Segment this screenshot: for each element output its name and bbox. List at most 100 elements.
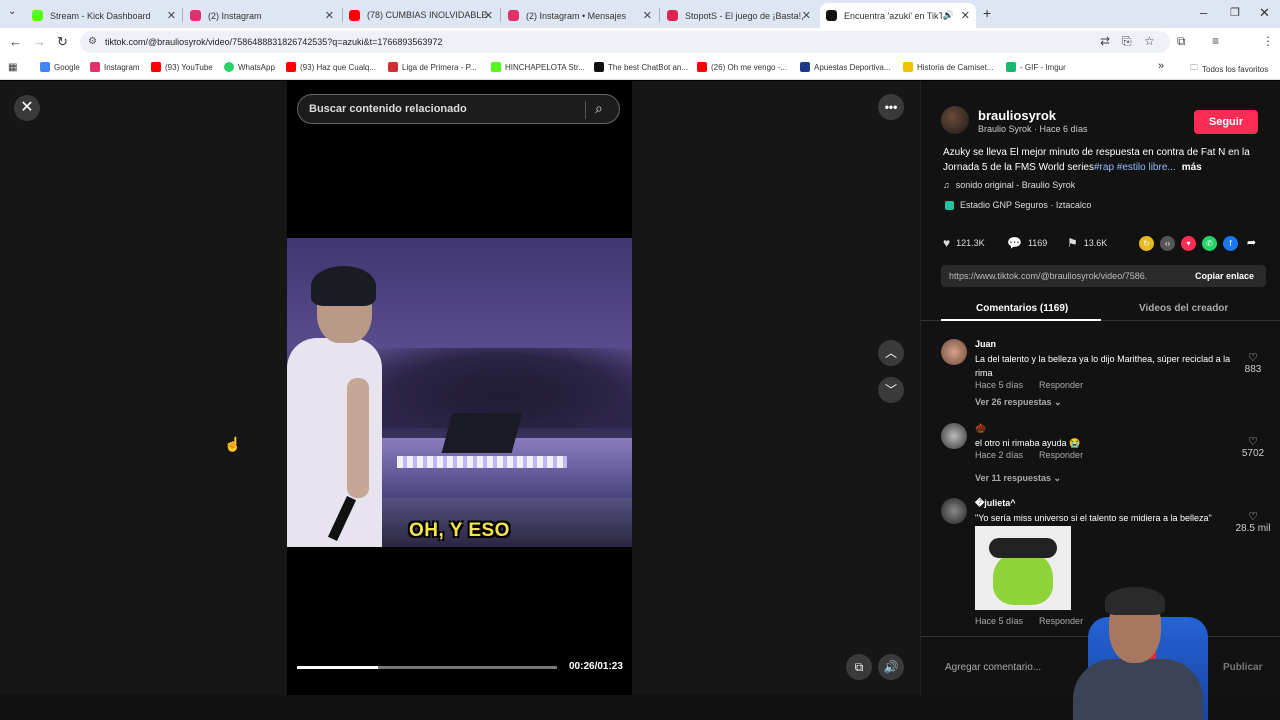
save-stat[interactable]: ⚑ 13.6K [1067, 236, 1107, 250]
commenter-name[interactable]: �julieta^ [975, 498, 1016, 509]
bookmark-imgur[interactable]: - GIF - Imgur [1006, 62, 1066, 72]
more-link[interactable]: más [1182, 162, 1202, 173]
bookmark-youtube[interactable]: (93) YouTube [151, 62, 213, 72]
tab-tiktok-active[interactable]: Encuentra 'azuki' en TikTok 🔊 ✕ [820, 3, 976, 28]
send-icon[interactable]: ▾ [1181, 236, 1196, 251]
close-tab-icon[interactable]: ✕ [167, 9, 176, 22]
share-repost-icon[interactable]: ↻ [1139, 236, 1154, 251]
install-app-icon[interactable]: ⎘ [1122, 34, 1132, 49]
publish-button[interactable]: Publicar [1223, 662, 1262, 673]
commenter-avatar[interactable] [941, 498, 967, 524]
search-icon[interactable]: ⌕ [595, 100, 603, 117]
engagement-stats: ♥ 121.3K 💬 1169 ⚑ 13.6K ↻ ‹› ▾ ✆ f ➦ [943, 236, 1263, 252]
location-row[interactable]: Estadio GNP Seguros · Iztacalco [945, 200, 1091, 210]
bookmark-label: HINCHAPELOTA Str... [505, 62, 585, 72]
view-replies-button[interactable]: Ver 11 respuestas ⌄ [975, 473, 1061, 484]
comment-like[interactable]: ♡ 883 [1235, 351, 1271, 375]
follow-button[interactable]: Seguir [1194, 110, 1258, 134]
bookmark-oh-me-vengo[interactable]: (26) Oh me vengo -... [697, 62, 787, 72]
creator-username[interactable]: brauliosyrok [978, 108, 1056, 123]
bookmark-hinchapelota[interactable]: HINCHAPELOTA Str... [491, 62, 585, 72]
youtube-icon [697, 62, 707, 72]
close-video-button[interactable]: ✕ [14, 95, 40, 121]
media-controls-icon[interactable]: ≡ [1212, 34, 1219, 48]
whatsapp-share-icon[interactable]: ✆ [1202, 236, 1217, 251]
new-tab-icon[interactable]: + [983, 5, 991, 21]
share-link-url[interactable]: https://www.tiktok.com/@brauliosyrok/vid… [949, 271, 1147, 281]
bookmark-label: Apuestas Deportiva... [814, 62, 891, 72]
more-options-button[interactable]: ••• [878, 94, 904, 120]
close-tab-icon[interactable]: ✕ [325, 9, 334, 22]
bookmark-camisetas[interactable]: Historia de Camiset... [903, 62, 993, 72]
video-player[interactable]: OH, Y ESO [287, 81, 632, 695]
apps-grid-icon[interactable]: ▦ [8, 62, 17, 73]
reply-button[interactable]: Responder [1039, 380, 1083, 390]
volume-button[interactable]: 🔊 [878, 654, 904, 680]
bookmark-whatsapp[interactable]: WhatsApp [224, 62, 275, 72]
bookmark-apuestas[interactable]: Apuestas Deportiva... [800, 62, 890, 72]
tab-label: (2) Instagram • Mensajes [526, 10, 627, 21]
close-window-icon[interactable]: ✕ [1259, 5, 1270, 21]
tab-youtube-cumbias[interactable]: (78) CUMBIAS INOLVIDABLES 🎵 ✕ [343, 3, 499, 28]
url-omnibox[interactable]: ⚙ tiktok.com/@brauliosyrok/video/7586488… [80, 31, 1170, 53]
next-video-button[interactable]: ﹀ [878, 377, 904, 403]
like-stat[interactable]: ♥ 121.3K [943, 236, 985, 250]
close-tab-icon[interactable]: ✕ [484, 9, 493, 22]
tab-kick-dashboard[interactable]: Stream - Kick Dashboard ✕ [26, 3, 182, 28]
video-progress-bar[interactable] [297, 666, 557, 669]
restore-window-icon[interactable]: ❐ [1230, 6, 1240, 19]
previous-video-button[interactable]: ︿ [878, 340, 904, 366]
view-replies-button[interactable]: Ver 26 respuestas ⌄ [975, 397, 1062, 408]
bookmark-haz-que[interactable]: (93) Haz que Cualq... [286, 62, 376, 72]
creator-avatar[interactable] [941, 106, 969, 134]
tab-list-chevron-icon[interactable]: ⌄ [8, 6, 16, 17]
commenter-name[interactable]: Juan [975, 339, 996, 349]
tab-instagram[interactable]: (2) Instagram ✕ [184, 3, 340, 28]
bookmark-liga-primera[interactable]: Liga de Primera - P... [388, 62, 477, 72]
back-arrow-icon[interactable]: ← [9, 34, 22, 49]
minimize-window-icon[interactable]: – [1200, 5, 1207, 20]
tab-audio-icon[interactable]: 🔊 [943, 10, 954, 21]
mouse-cursor-icon: ☝ [224, 436, 242, 452]
music-row[interactable]: ♫ sonido original - Braulio Syrok [943, 180, 1075, 190]
browser-menu-icon[interactable]: ⋮ [1262, 34, 1274, 48]
tab-instagram-mensajes[interactable]: (2) Instagram • Mensajes ✕ [502, 3, 658, 28]
reply-button[interactable]: Responder [1039, 450, 1083, 460]
whatsapp-icon [224, 62, 234, 72]
bookmark-chatbot[interactable]: The best ChatBot an... [594, 62, 688, 72]
forward-arrow-icon[interactable]: → [33, 34, 46, 49]
bookmark-star-icon[interactable]: ☆ [1144, 34, 1155, 48]
commenter-name[interactable]: 🌰 [975, 423, 986, 434]
translate-icon[interactable]: ⇄ [1100, 34, 1110, 48]
embed-icon[interactable]: ‹› [1160, 236, 1175, 251]
share-arrow-icon[interactable]: ➦ [1244, 236, 1259, 251]
comment-like[interactable]: ♡ 28.5 mil [1235, 510, 1271, 534]
extensions-icon[interactable]: ⧉ [1177, 34, 1186, 49]
facebook-share-icon[interactable]: f [1223, 236, 1238, 251]
close-tab-icon[interactable]: ✕ [961, 9, 970, 22]
commenter-avatar[interactable] [941, 423, 967, 449]
comment-time: Hace 5 días [975, 380, 1024, 390]
bookmark-google[interactable]: Google [40, 62, 80, 72]
tab-comments[interactable]: Comentarios (1169) [976, 303, 1068, 314]
comment-stat[interactable]: 💬 1169 [1007, 236, 1047, 250]
commenter-avatar[interactable] [941, 339, 967, 365]
close-tab-icon[interactable]: ✕ [643, 9, 652, 22]
tab-stopots[interactable]: StopotS - El juego de ¡Basta!, ¡St ✕ [661, 3, 817, 28]
picture-in-picture-button[interactable]: ⧉ [846, 654, 872, 680]
site-info-icon[interactable]: ⚙ [88, 36, 97, 47]
bookmark-instagram[interactable]: Instagram [90, 62, 140, 72]
related-search-input[interactable]: Buscar contenido relacionado ⌕ [297, 94, 620, 124]
reload-icon[interactable]: ↻ [57, 34, 68, 50]
comment-like[interactable]: ♡ 5702 [1235, 435, 1271, 459]
comment-text: "Yo sería miss universo si el talento se… [975, 513, 1212, 523]
copy-link-button[interactable]: Copiar enlace [1195, 271, 1254, 281]
all-bookmarks-label: Todos los favoritos [1202, 64, 1269, 74]
all-bookmarks[interactable]: 🗀 Todos los favoritos [1190, 62, 1268, 76]
close-tab-icon[interactable]: ✕ [802, 9, 811, 22]
tab-creator-videos[interactable]: Videos del creador [1139, 303, 1228, 314]
hashtags-link[interactable]: #rap #estilo libre... [1094, 162, 1176, 173]
comment-meta: Hace 2 días Responder [975, 450, 1083, 460]
more-bookmarks-chevron-icon[interactable]: » [1158, 60, 1164, 72]
comment-input[interactable]: Agregar comentario... [945, 662, 1041, 673]
